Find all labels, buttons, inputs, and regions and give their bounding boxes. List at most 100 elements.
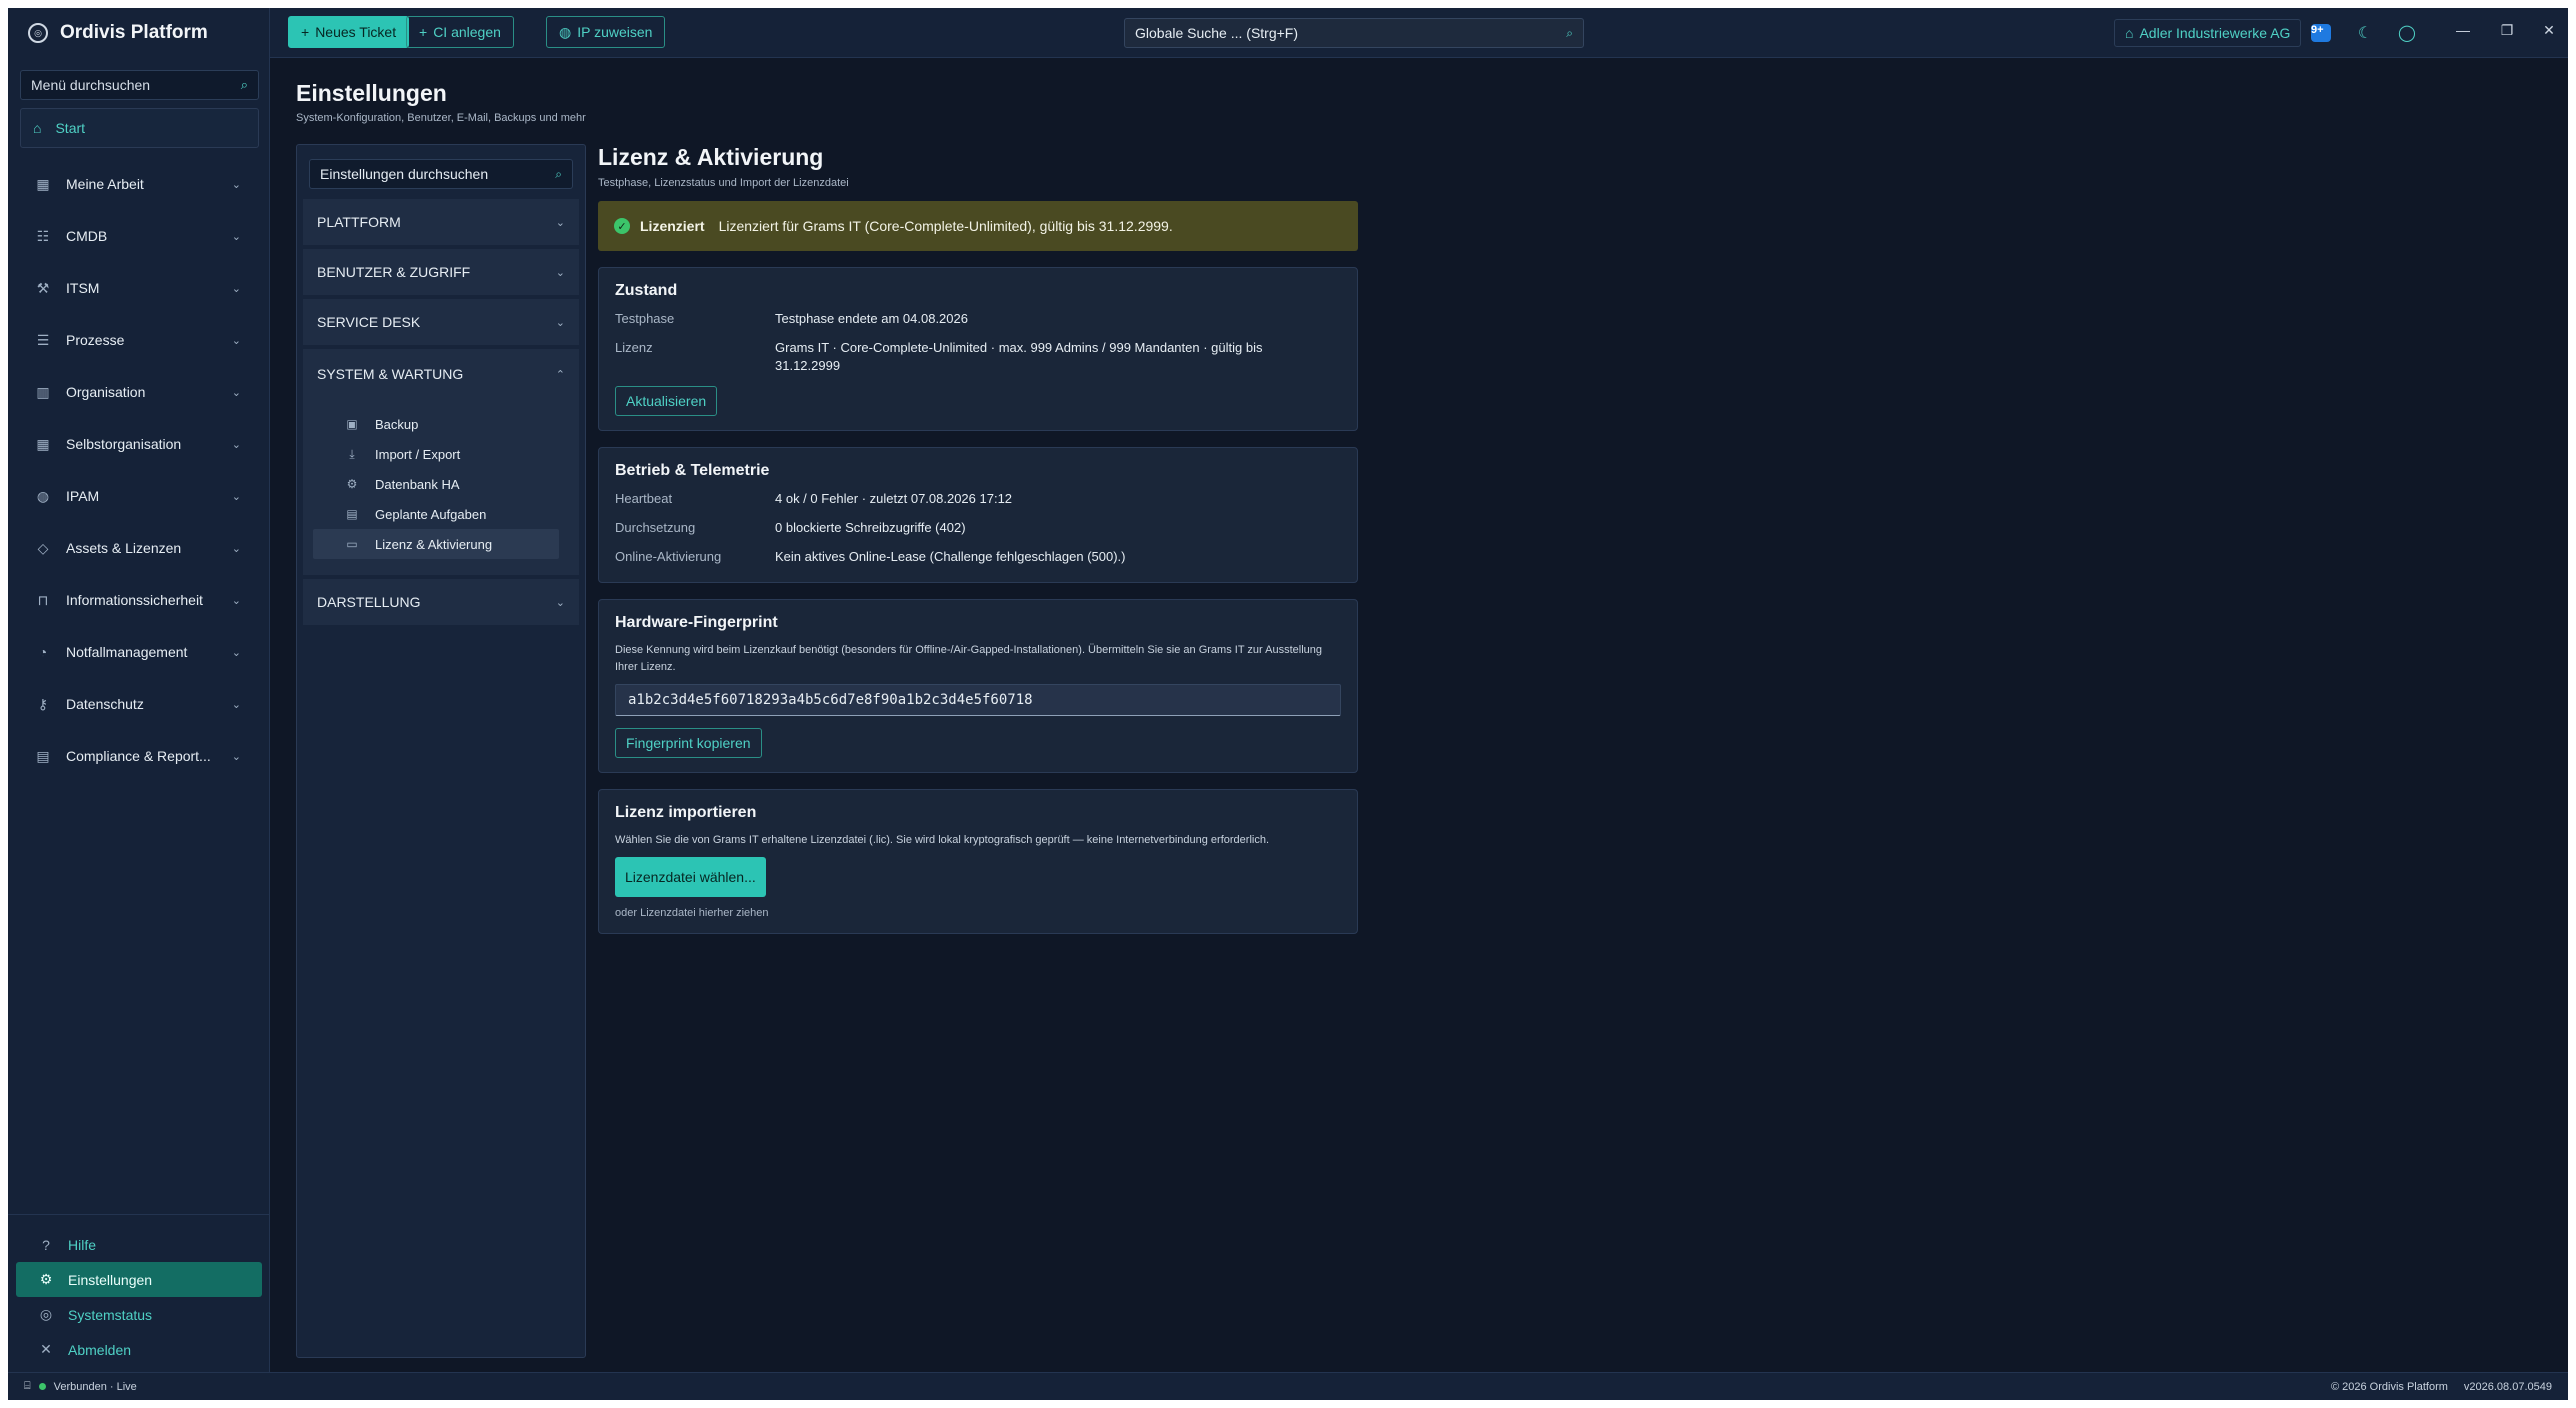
tag-icon: ◇	[37, 539, 49, 556]
license-status-label: Lizenziert	[640, 218, 705, 234]
connection-text: Verbunden · Live	[53, 1380, 137, 1393]
enforcement-label: Durchsetzung	[615, 520, 696, 535]
sidebar-item-prozesse[interactable]: ☰ Prozesse ⌄	[8, 314, 269, 366]
license-page: Lizenz & Aktivierung Testphase, Lizenzst…	[598, 144, 1358, 934]
system-submenu: ▣ Backup ⤓ Import / Export ⚙ Datenbank H…	[303, 399, 579, 579]
sidebar-item-notfallmanagement[interactable]: ◔ Notfallmanagement ⌄	[8, 626, 269, 678]
refresh-button[interactable]: Aktualisieren	[615, 386, 718, 416]
new-ci-button[interactable]: + CI anlegen	[406, 16, 514, 48]
menu-search-input[interactable]: Menü durchsuchen ⌕	[20, 70, 259, 100]
sidebar-item-organisation[interactable]: ▥ Organisation ⌄	[8, 366, 269, 418]
settings-section-system[interactable]: SYSTEM & WARTUNG ⌃	[303, 349, 579, 399]
main-sidebar: ◎ Ordivis Platform Menü durchsuchen ⌕ ⌂ …	[8, 8, 270, 1372]
sidebar-item-label: Compliance & Report...	[66, 748, 211, 764]
sidebar-item-informationssicherheit[interactable]: ⊓ Informationssicherheit ⌄	[8, 574, 269, 626]
sidebar-item-selbstorganisation[interactable]: ▦ Selbstorganisation ⌄	[8, 418, 269, 470]
sidebar-item-start[interactable]: ⌂ Start	[20, 108, 259, 148]
sidebar-item-label: Meine Arbeit	[66, 176, 144, 192]
settings-search-input[interactable]: Einstellungen durchsuchen ⌕	[309, 159, 573, 189]
global-search-input[interactable]: Globale Suche ... (Strg+F) ⌕	[1124, 18, 1584, 48]
sidebar-item-compliance[interactable]: ▤ Compliance & Report... ⌄	[8, 730, 269, 782]
close-window-icon[interactable]: ✕	[2534, 18, 2564, 42]
online-activation-row: Online-Aktivierung Kein aktives Online-L…	[615, 548, 1341, 566]
settings-item-scheduled-tasks[interactable]: ▤ Geplante Aufgaben	[313, 499, 559, 529]
sidebar-item-assets[interactable]: ◇ Assets & Lizenzen ⌄	[8, 522, 269, 574]
choose-license-file-button[interactable]: Lizenzdatei wählen...	[615, 857, 766, 897]
sidebar-item-logout[interactable]: ✕ Abmelden	[16, 1332, 262, 1367]
copy-fingerprint-button[interactable]: Fingerprint kopieren	[615, 728, 762, 758]
version-text: v2026.08.07.0549	[2463, 1380, 2552, 1393]
settings-item-import-export[interactable]: ⤓ Import / Export	[313, 439, 559, 469]
license-value: Grams IT · Core-Complete-Unlimited · max…	[775, 340, 1263, 373]
theme-toggle-moon-icon[interactable]: ☾	[2354, 22, 2376, 44]
user-profile-icon[interactable]: ◯	[2396, 22, 2418, 44]
new-ticket-button[interactable]: + Neues Ticket	[288, 16, 410, 48]
chevron-down-icon: ⌄	[231, 542, 241, 555]
gear-icon: ⚙	[39, 1271, 53, 1287]
brand-title: Ordivis Platform	[60, 22, 208, 43]
search-icon: ⌕	[240, 77, 248, 92]
enforcement-value: 0 blockierte Schreibzugriffe (402)	[775, 520, 966, 535]
telemetry-card: Betrieb & Telemetrie Heartbeat 4 ok / 0 …	[598, 447, 1358, 583]
settings-section-users[interactable]: BENUTZER & ZUGRIFF ⌄	[303, 249, 579, 299]
notifications-button[interactable]: 9+	[2310, 22, 2332, 44]
wrench-icon: ⚒	[36, 279, 50, 296]
chevron-down-icon: ⌄	[231, 282, 241, 295]
state-card: Zustand Testphase Testphase endete am 04…	[598, 267, 1358, 431]
connection-status: ⌸ Verbunden · Live	[8, 1380, 137, 1393]
fingerprint-card: Hardware-Fingerprint Diese Kennung wird …	[598, 599, 1358, 773]
lock-icon: ⊓	[37, 591, 49, 608]
sidebar-item-systemstatus[interactable]: ◎ Systemstatus	[16, 1297, 262, 1332]
home-icon: ⌂	[33, 120, 42, 136]
license-status-text: Lizenziert für Grams IT (Core-Complete-U…	[718, 218, 1173, 234]
organization-selector[interactable]: ⌂ Adler Industriewerke AG	[2114, 19, 2302, 47]
chevron-down-icon: ⌄	[555, 316, 565, 329]
chevron-down-icon: ⌄	[231, 178, 241, 191]
connection-indicator	[38, 1383, 46, 1390]
section-label: PLATTFORM	[317, 214, 401, 230]
sidebar-item-label: CMDB	[66, 228, 108, 244]
maximize-window-icon[interactable]: ❐	[2492, 18, 2522, 42]
settings-item-license[interactable]: ▭ Lizenz & Aktivierung	[313, 529, 559, 559]
building-icon: ⌂	[2125, 25, 2134, 41]
global-search-placeholder: Globale Suche ... (Strg+F)	[1135, 25, 1299, 41]
sidebar-item-cmdb[interactable]: ☷ CMDB ⌄	[8, 210, 269, 262]
heartbeat-label: Heartbeat	[615, 491, 673, 506]
assign-ip-button[interactable]: ◍ IP zuweisen	[546, 16, 666, 48]
sidebar-item-settings[interactable]: ⚙ Einstellungen	[16, 1262, 262, 1297]
new-ticket-label: Neues Ticket	[315, 24, 397, 40]
calendar-icon: ▦	[36, 435, 50, 452]
settings-section-service-desk[interactable]: SERVICE DESK ⌄	[303, 299, 579, 349]
section-label: BENUTZER & ZUGRIFF	[317, 264, 471, 280]
settings-section-platform[interactable]: PLATTFORM ⌄	[303, 199, 579, 249]
chevron-down-icon: ⌄	[231, 698, 241, 711]
enforcement-row: Durchsetzung 0 blockierte Schreibzugriff…	[615, 519, 1341, 537]
sidebar-item-label: Einstellungen	[68, 1271, 153, 1288]
fingerprint-field[interactable]: a1b2c3d4e5f60718293a4b5c6d7e8f90a1b2c3d4…	[615, 684, 1341, 716]
chevron-down-icon: ⌄	[231, 230, 241, 243]
import-description: Wählen Sie die von Grams IT erhaltene Li…	[615, 834, 1270, 846]
settings-item-label: Datenbank HA	[375, 476, 460, 492]
sidebar-item-help[interactable]: ? Hilfe	[16, 1227, 262, 1262]
sidebar-item-ipam[interactable]: ◍ IPAM ⌄	[8, 470, 269, 522]
sidebar-item-label: Systemstatus	[68, 1306, 153, 1323]
chevron-down-icon: ⌄	[231, 438, 241, 451]
sidebar-item-itsm[interactable]: ⚒ ITSM ⌄	[8, 262, 269, 314]
heartbeat-value: 4 ok / 0 Fehler · zuletzt 07.08.2026 17:…	[775, 491, 1013, 506]
fingerprint-card-title: Hardware-Fingerprint	[615, 614, 778, 631]
settings-section-display[interactable]: DARSTELLUNG ⌄	[303, 579, 579, 629]
trial-label: Testphase	[615, 311, 675, 326]
sidebar-item-meine-arbeit[interactable]: ▦ Meine Arbeit ⌄	[8, 158, 269, 210]
section-label: SYSTEM & WARTUNG	[317, 366, 464, 382]
sidebar-item-datenschutz[interactable]: ⚷ Datenschutz ⌄	[8, 678, 269, 730]
chevron-down-icon: ⌄	[231, 386, 241, 399]
settings-item-database-ha[interactable]: ⚙ Datenbank HA	[313, 469, 559, 499]
page-subtitle: System-Konfiguration, Benutzer, E-Mail, …	[296, 112, 586, 124]
sidebar-footer: ? Hilfe ⚙ Einstellungen ◎ Systemstatus ✕…	[8, 1214, 270, 1372]
drop-zone-hint[interactable]: oder Lizenzdatei hierher ziehen	[615, 907, 1341, 919]
settings-item-backup[interactable]: ▣ Backup	[313, 409, 559, 439]
trial-value: Testphase endete am 04.08.2026	[775, 311, 968, 326]
brand-logo-icon: ◎	[28, 23, 48, 43]
minimize-window-icon[interactable]: —	[2448, 18, 2478, 42]
chevron-down-icon: ⌄	[555, 596, 565, 609]
